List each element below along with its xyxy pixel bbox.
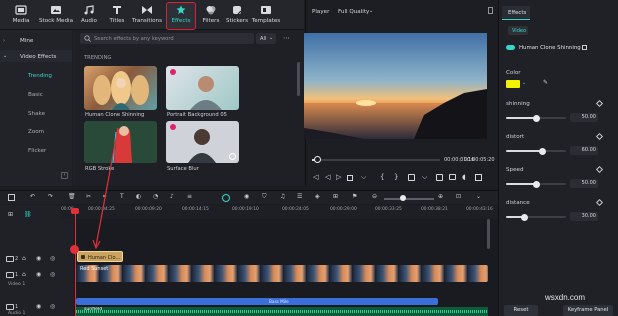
annotation-arrow [92, 127, 119, 250]
